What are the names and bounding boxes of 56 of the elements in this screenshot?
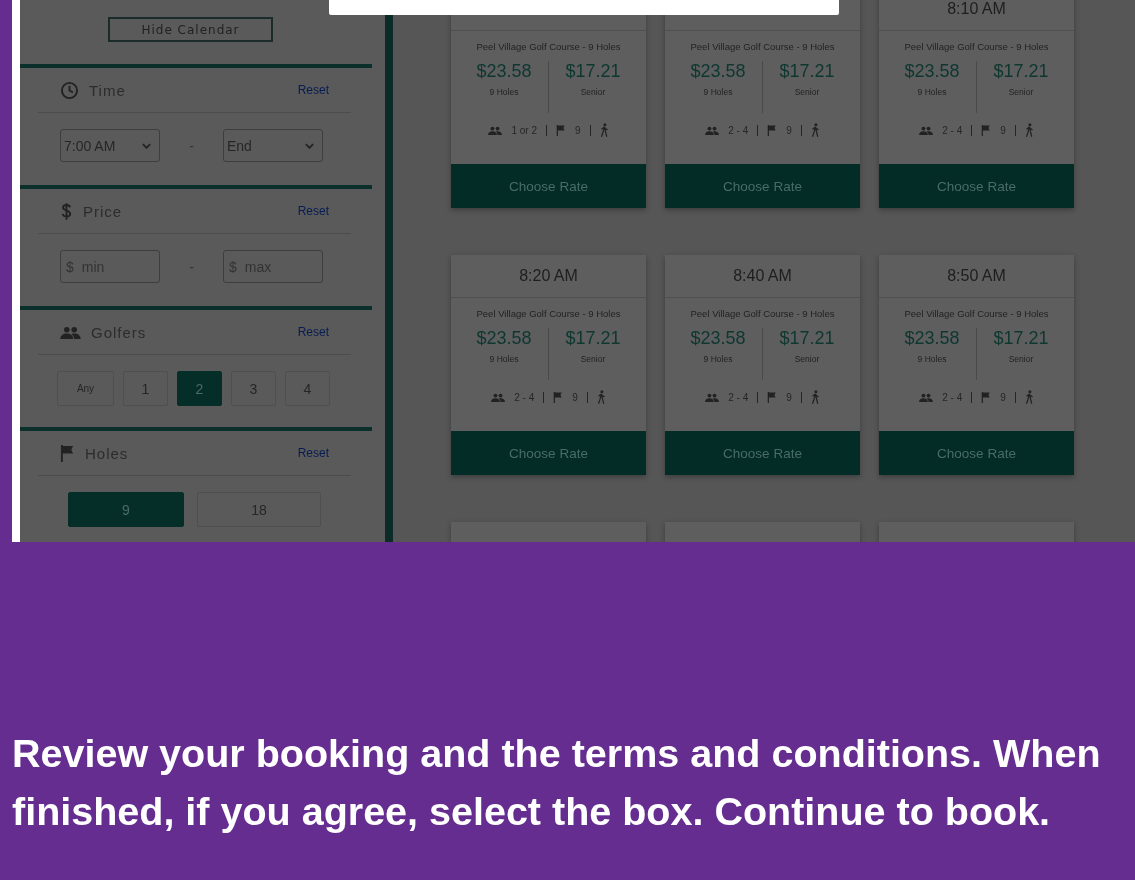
choose-rate-button[interactable]: Choose Rate [665,164,860,208]
flag-icon [767,391,778,403]
walking-person-icon [1024,390,1034,404]
walking-person-icon [599,123,609,137]
rate-price: $23.58 [476,328,532,349]
people-icon [488,125,503,135]
walking-person-icon [1024,123,1034,137]
flag-icon [556,124,566,136]
people-icon [705,125,720,135]
range-separator: - [188,258,195,275]
clock-icon [60,80,79,100]
rate-price: $23.58 [476,61,532,82]
reset-link[interactable]: Reset [297,204,329,218]
flag-icon [981,124,992,136]
reset-link[interactable]: Reset [297,446,329,460]
people-icon [705,392,720,402]
choose-rate-button[interactable]: Choose Rate [451,164,646,208]
range-separator: - [188,137,195,154]
holes-option[interactable]: 9 [68,492,184,527]
rate-price: $17.21 [779,61,835,82]
dollar-icon [60,201,73,221]
rate-price: $23.58 [690,61,746,82]
chevron-down-icon [305,142,314,149]
flag-icon [60,444,75,462]
rate-price: $23.58 [690,328,746,349]
people-icon [60,325,81,339]
chevron-down-icon [142,142,151,149]
choose-rate-button[interactable]: Choose Rate [879,431,1074,475]
reset-link[interactable]: Reset [297,325,329,339]
tee-time: 8:50 AM [947,267,1006,285]
reset-link[interactable]: Reset [297,83,329,97]
hide-calendar-button[interactable]: Hide Calendar [108,17,273,42]
walking-person-icon [596,390,606,404]
rate-price: $17.21 [993,328,1049,349]
rate-price: $17.21 [993,61,1049,82]
flag-icon [553,391,564,403]
tee-time: 8:20 AM [519,267,578,285]
tee-time: 8:10 AM [947,0,1006,18]
rate-price: $17.21 [565,61,621,82]
people-icon [919,125,934,135]
golfer-count-option[interactable]: 2 [177,371,222,406]
choose-rate-button[interactable]: Choose Rate [665,431,860,475]
flag-icon [981,391,992,403]
choose-rate-button[interactable]: Choose Rate [451,431,646,475]
rate-price: $17.21 [779,328,835,349]
rate-price: $23.58 [904,61,960,82]
tee-time: 8:40 AM [733,267,792,285]
rate-price: $17.21 [565,328,621,349]
people-icon [491,392,506,402]
choose-rate-button[interactable]: Choose Rate [879,164,1074,208]
walking-person-icon [810,123,820,137]
people-icon [919,392,934,402]
walking-person-icon [810,390,820,404]
instruction-caption: Review your booking and the terms and conditions. When finished, if you agree, select the box. Continue to book. [12,730,1102,835]
flag-icon [767,124,778,136]
rate-price: $23.58 [904,328,960,349]
